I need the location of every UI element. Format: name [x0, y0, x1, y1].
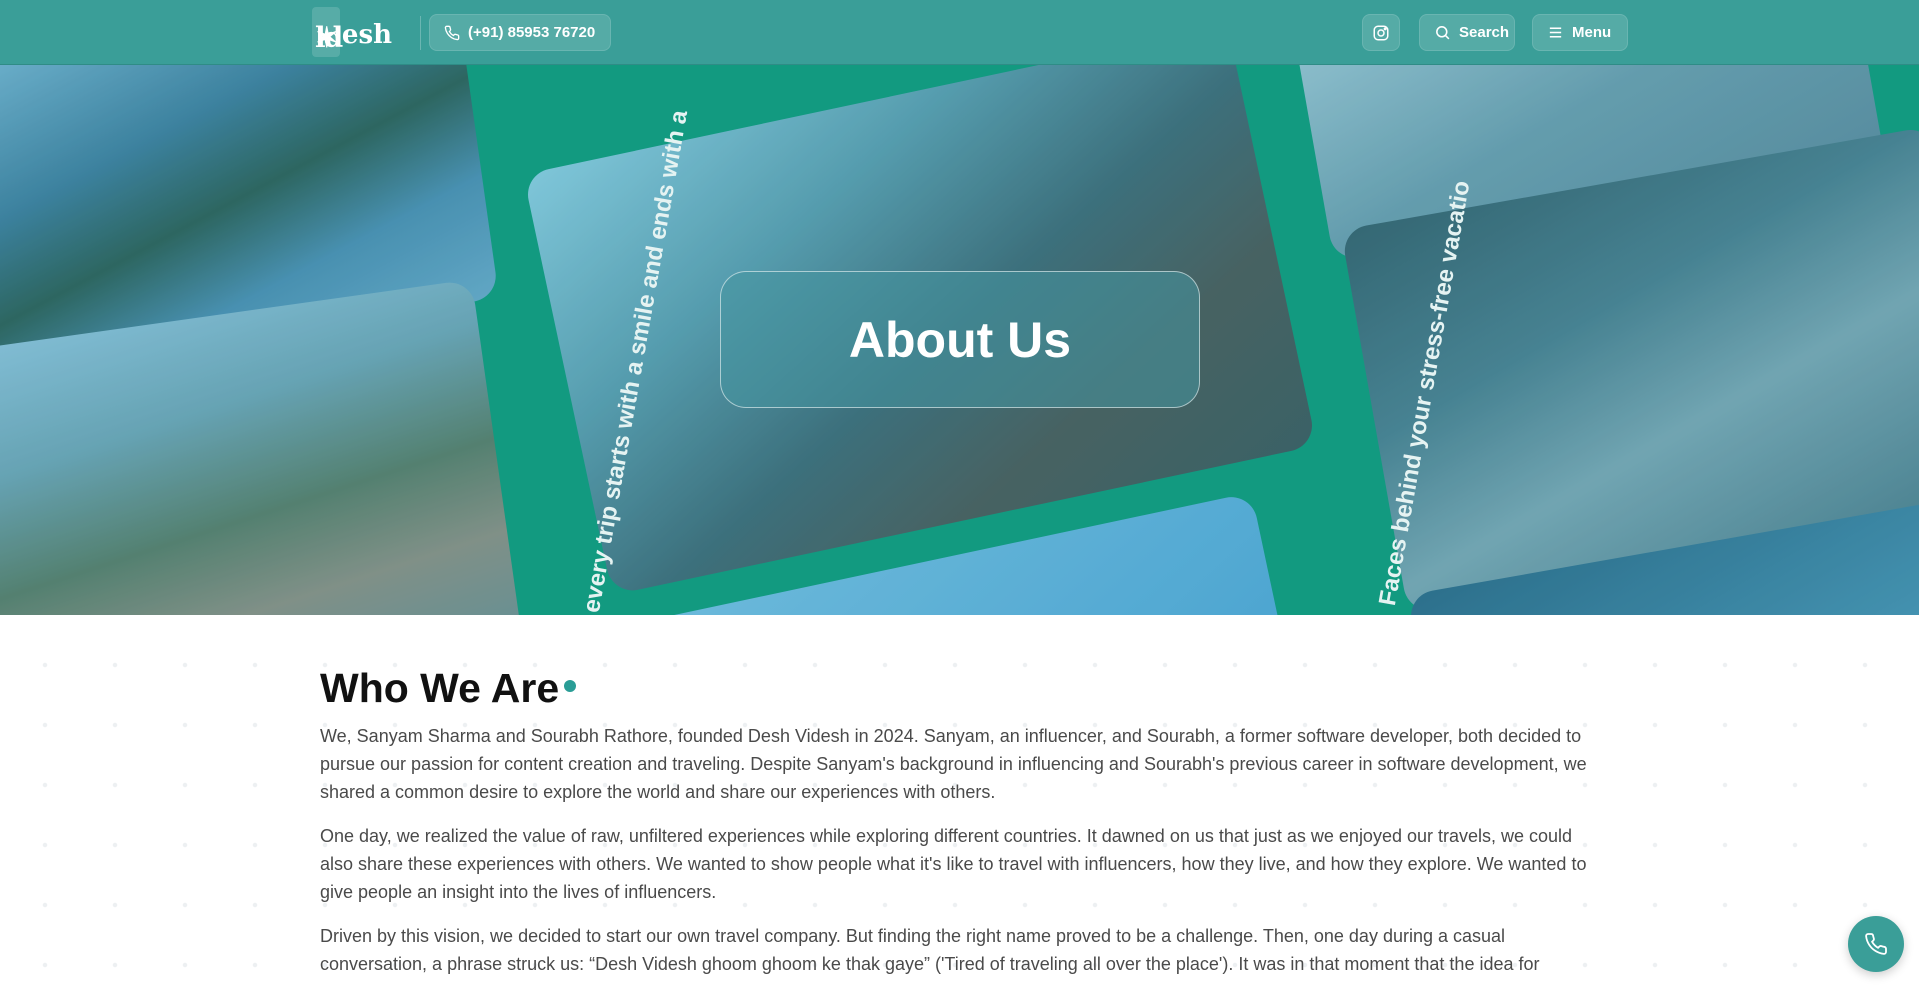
logo-mark-text: ld — [315, 21, 343, 54]
page-title: About Us — [848, 311, 1072, 368]
phone-icon — [1865, 933, 1887, 955]
logo-text: esh — [341, 20, 392, 50]
top-navbar: ✶ ld esh (+91) 85953 76720 Search Menu — [0, 0, 1919, 65]
search-icon — [1436, 26, 1450, 40]
instagram-icon — [1373, 25, 1389, 40]
section-heading-text: Who We Are — [320, 665, 560, 711]
menu-button[interactable]: Menu — [1532, 14, 1628, 51]
paragraph: Driven by this vision, we decided to sta… — [320, 926, 1540, 974]
search-button[interactable]: Search — [1419, 14, 1515, 51]
accent-dot — [564, 680, 577, 692]
phone-button[interactable]: (+91) 85953 76720 — [429, 14, 611, 51]
logo-mark: ✶ ld — [312, 7, 343, 57]
paragraph: One day, we realized the value of raw, u… — [320, 826, 1587, 902]
search-label: Search — [1459, 24, 1510, 41]
hero-title-card: About Us — [720, 271, 1200, 408]
phone-icon — [444, 25, 460, 40]
menu-icon — [1549, 27, 1562, 38]
header-divider — [420, 16, 421, 50]
instagram-button[interactable] — [1362, 14, 1400, 51]
who-we-are-section: Who We Are We, Sanyam Sharma and Sourabh… — [320, 665, 1600, 978]
call-floating-button[interactable] — [1848, 916, 1904, 972]
section-heading: Who We Are — [320, 665, 577, 712]
phone-number: (+91) 85953 76720 — [468, 24, 596, 41]
logo[interactable]: ✶ ld esh — [312, 4, 392, 60]
paragraph: We, Sanyam Sharma and Sourabh Rathore, f… — [320, 726, 1587, 802]
menu-label: Menu — [1572, 24, 1612, 41]
